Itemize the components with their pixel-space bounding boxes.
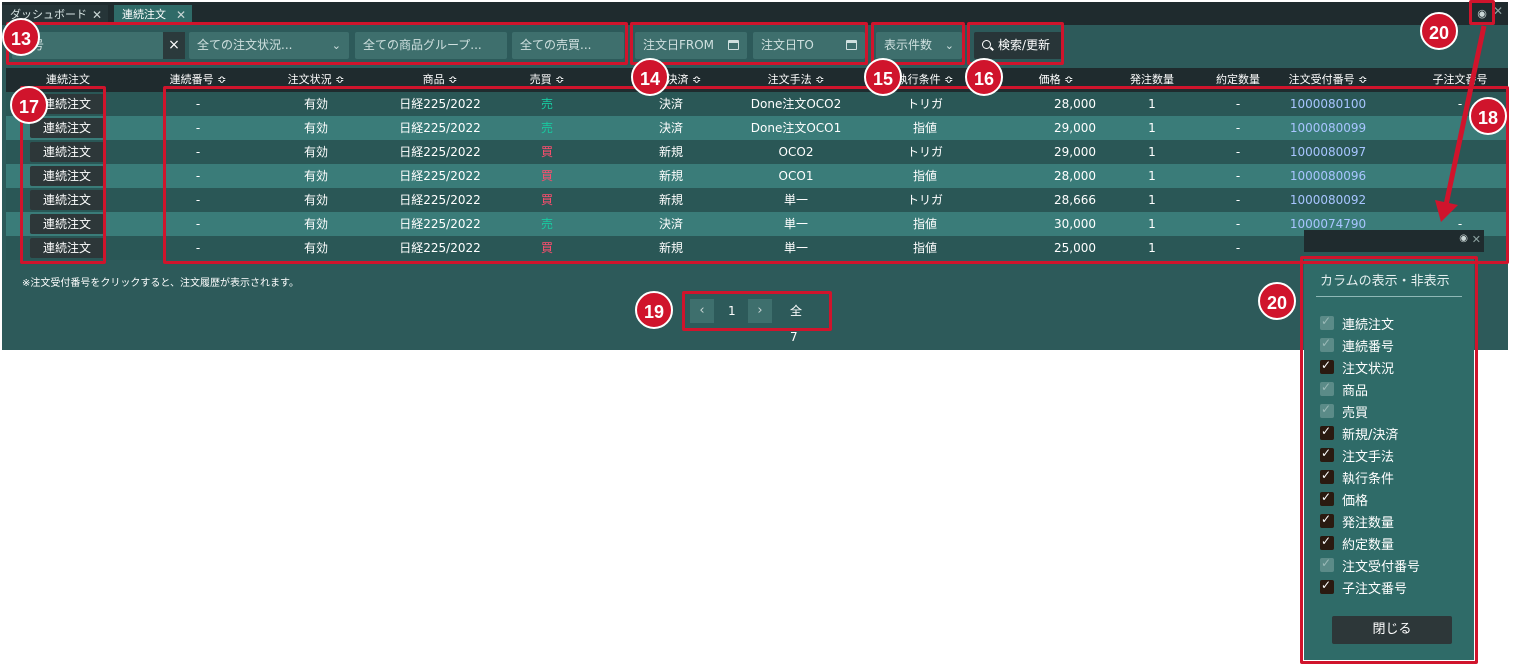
annotation-badge: 15: [864, 58, 902, 96]
annotation-badge: 14: [631, 58, 669, 96]
annotation-badge: 20: [1420, 12, 1458, 50]
annotation-badge: 19: [635, 291, 673, 329]
annotation-badge: 18: [1469, 97, 1507, 135]
stage: ダッシュボード✕ 連続注文✕ ◉ ✕ 番号 × 全ての注文状況...⌄ 全ての商…: [0, 0, 1513, 664]
annotation-badge: 17: [10, 86, 48, 124]
annotation-badge: 16: [965, 58, 1003, 96]
annotation-badge: 13: [2, 18, 40, 56]
annotation-arrow: [1435, 25, 1487, 222]
annotation-badge: 20: [1258, 282, 1296, 320]
